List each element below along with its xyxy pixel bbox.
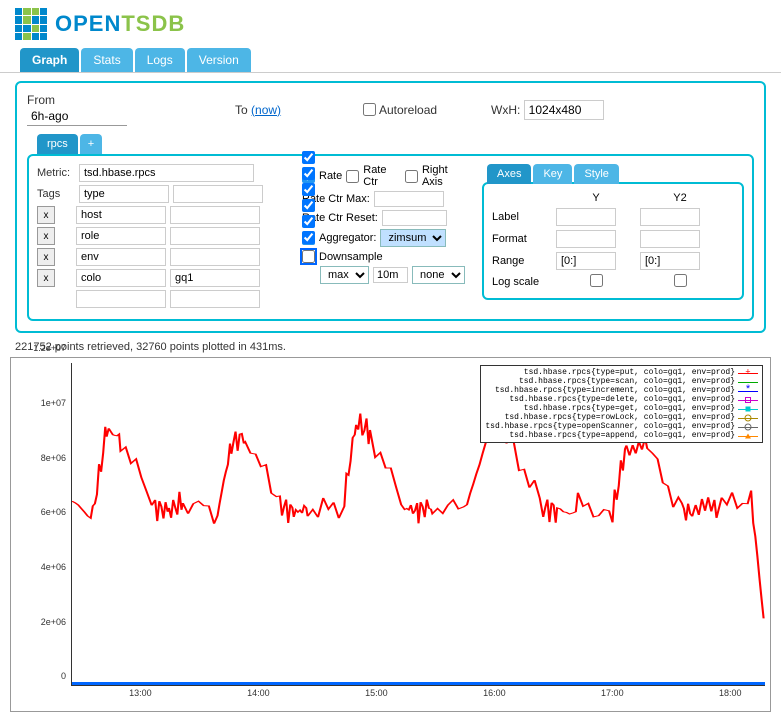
aggregator-label: Aggregator: xyxy=(319,232,376,244)
logo-area: OPENTSDB xyxy=(0,0,781,48)
tab-stats[interactable]: Stats xyxy=(81,48,132,72)
autoreload-checkbox[interactable] xyxy=(363,103,376,116)
y-log-checkbox[interactable] xyxy=(590,274,603,287)
tag-chk-2[interactable] xyxy=(302,183,315,196)
to-label: To xyxy=(235,103,248,117)
axis-range-lbl: Range xyxy=(492,255,552,267)
chart-area: 0 2e+06 4e+06 6e+06 8e+06 1e+07 1.2e+07 … xyxy=(10,357,771,712)
tag-key-0[interactable] xyxy=(79,185,169,203)
query-tabs: rpcs + xyxy=(37,134,754,154)
main-panel: From To (now) Autoreload WxH: rpcs + Met… xyxy=(15,81,766,333)
plot-region: tsd.hbase.rpcs{type=put, colo=gq1, env=p… xyxy=(71,363,765,686)
rightaxis-checkbox[interactable] xyxy=(405,170,418,183)
downsample-checkbox[interactable] xyxy=(302,250,315,263)
aggregator-select[interactable]: zimsum xyxy=(380,229,446,247)
y2-log-checkbox[interactable] xyxy=(674,274,687,287)
y2-label-input[interactable] xyxy=(640,208,700,226)
metric-input[interactable] xyxy=(79,164,254,182)
axis-log-lbl: Log scale xyxy=(492,276,552,288)
legend-row: tsd.hbase.rpcs{type=openScanner, colo=gq… xyxy=(485,422,758,431)
tag-chk-4[interactable] xyxy=(302,215,315,228)
ratectrreset-input[interactable] xyxy=(382,210,447,226)
from-label: From xyxy=(27,93,55,107)
tag-remove-3[interactable]: x xyxy=(37,248,55,266)
tag-chk-1[interactable] xyxy=(302,167,315,180)
wxh-input[interactable] xyxy=(524,100,604,120)
y2-format-input[interactable] xyxy=(640,230,700,248)
rate-label: Rate xyxy=(319,170,342,182)
tag-val-0[interactable] xyxy=(173,185,263,203)
legend-row: tsd.hbase.rpcs{type=put, colo=gq1, env=p… xyxy=(485,368,758,377)
status-text: 221752 points retrieved, 32760 points pl… xyxy=(15,341,766,353)
tag-key-4[interactable] xyxy=(76,269,166,287)
tag-key-2[interactable] xyxy=(76,227,166,245)
tag-val-1[interactable] xyxy=(170,206,260,224)
metric-label: Metric: xyxy=(37,167,75,179)
downsample-fill[interactable]: none xyxy=(412,266,465,284)
y-range-input[interactable] xyxy=(556,252,616,270)
to-now-link[interactable]: (now) xyxy=(251,103,281,117)
tag-chk-5[interactable] xyxy=(302,231,315,244)
tag-val-3[interactable] xyxy=(170,248,260,266)
axis-tab-style[interactable]: Style xyxy=(574,164,618,184)
ratectr-label: Rate Ctr xyxy=(363,164,401,188)
legend-row: tsd.hbase.rpcs{type=get, colo=gq1, env=p… xyxy=(485,404,758,413)
tag-key-5[interactable] xyxy=(76,290,166,308)
tag-chk-3[interactable] xyxy=(302,199,315,212)
tab-graph[interactable]: Graph xyxy=(20,48,79,72)
from-input[interactable] xyxy=(27,107,127,126)
query-box: Metric: Tags x x x xyxy=(27,154,754,321)
legend-row: tsd.hbase.rpcs{type=delete, colo=gq1, en… xyxy=(485,395,758,404)
y-header: Y xyxy=(556,192,636,204)
tag-val-5[interactable] xyxy=(170,290,260,308)
legend-row: tsd.hbase.rpcs{type=append, colo=gq1, en… xyxy=(485,431,758,440)
y-label-input[interactable] xyxy=(556,208,616,226)
downsample-func[interactable]: max xyxy=(320,266,369,284)
ratectr-checkbox[interactable] xyxy=(346,170,359,183)
axis-format-lbl: Format xyxy=(492,233,552,245)
tag-key-3[interactable] xyxy=(76,248,166,266)
autoreload-label: Autoreload xyxy=(379,103,437,117)
axis-tab-axes[interactable]: Axes xyxy=(487,164,531,184)
axis-tab-key[interactable]: Key xyxy=(533,164,572,184)
ratectrmax-input[interactable] xyxy=(374,191,444,207)
tag-remove-2[interactable]: x xyxy=(37,227,55,245)
y-format-input[interactable] xyxy=(556,230,616,248)
y2-header: Y2 xyxy=(640,192,720,204)
tag-remove-1[interactable]: x xyxy=(37,206,55,224)
tag-key-1[interactable] xyxy=(76,206,166,224)
legend-row: tsd.hbase.rpcs{type=increment, colo=gq1,… xyxy=(485,386,758,395)
downsample-label: Downsample xyxy=(319,251,383,263)
tag-remove-4[interactable]: x xyxy=(37,269,55,287)
logo-icon xyxy=(15,8,47,40)
baseline-series xyxy=(72,682,765,685)
tag-val-4[interactable] xyxy=(170,269,260,287)
tag-val-2[interactable] xyxy=(170,227,260,245)
y2-range-input[interactable] xyxy=(640,252,700,270)
logo-text: OPENTSDB xyxy=(55,11,185,37)
legend-row: tsd.hbase.rpcs{type=scan, colo=gq1, env=… xyxy=(485,377,758,386)
x-axis: 13:00 14:00 15:00 16:00 17:00 18:00 xyxy=(71,688,765,703)
legend-row: tsd.hbase.rpcs{type=rowLock, colo=gq1, e… xyxy=(485,413,758,422)
axis-panel: Y Y2 Label Format Range Log scale xyxy=(482,182,744,300)
query-tab-add[interactable]: + xyxy=(80,134,102,154)
tab-logs[interactable]: Logs xyxy=(135,48,185,72)
y-axis: 0 2e+06 4e+06 6e+06 8e+06 1e+07 1.2e+07 xyxy=(11,358,71,686)
wxh-label: WxH: xyxy=(491,103,520,117)
rightaxis-label: Right Axis xyxy=(422,164,467,188)
downsample-interval[interactable] xyxy=(373,267,408,283)
query-tab-rpcs[interactable]: rpcs xyxy=(37,134,78,154)
chart-legend: tsd.hbase.rpcs{type=put, colo=gq1, env=p… xyxy=(480,365,763,443)
tags-label: Tags xyxy=(37,188,75,200)
nav-tabs: Graph Stats Logs Version xyxy=(0,48,781,73)
tag-chk-0[interactable] xyxy=(302,151,315,164)
tab-version[interactable]: Version xyxy=(187,48,251,72)
axis-label-lbl: Label xyxy=(492,211,552,223)
